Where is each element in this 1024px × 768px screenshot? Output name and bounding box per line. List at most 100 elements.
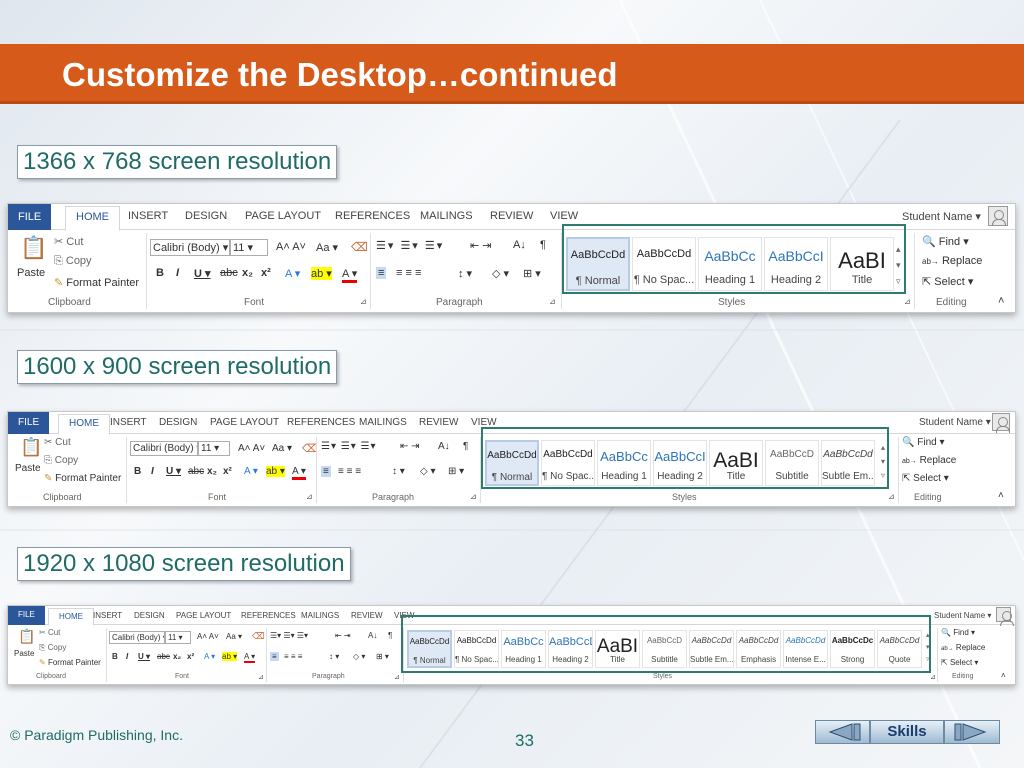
tab-home[interactable]: HOME: [48, 608, 94, 626]
cut-button[interactable]: ✂ Cut: [54, 235, 83, 248]
clear-format-icon[interactable]: ⌫: [252, 631, 265, 642]
dialog-launcher-icon[interactable]: ⊿: [258, 673, 264, 681]
superscript-button[interactable]: x²: [223, 466, 232, 477]
list-buttons[interactable]: ☰▾ ☰▾ ☰▾: [270, 631, 308, 640]
user-name[interactable]: Student Name ▾: [919, 417, 991, 428]
paste-button[interactable]: Paste: [14, 649, 34, 658]
borders-button[interactable]: ⊞ ▾: [523, 267, 541, 280]
grow-shrink-font-buttons[interactable]: A˄ A˅: [276, 241, 306, 253]
cut-button[interactable]: ✂ Cut: [44, 437, 71, 448]
indent-buttons[interactable]: ⇤ ⇥: [470, 239, 492, 252]
style-quote[interactable]: AaBbCcDd Quote: [877, 630, 922, 668]
indent-buttons[interactable]: ⇤ ⇥: [335, 631, 351, 640]
select-button[interactable]: ⇱ Select ▾: [902, 473, 949, 484]
tab-view[interactable]: VIEW: [471, 417, 497, 428]
sort-button[interactable]: A↓: [513, 239, 526, 251]
tab-references[interactable]: REFERENCES: [335, 210, 410, 222]
collapse-ribbon-button[interactable]: ˄: [1001, 671, 1006, 680]
select-button[interactable]: ⇱ Select ▾: [922, 275, 973, 288]
tab-mailings[interactable]: MAILINGS: [420, 210, 473, 222]
style-heading-1[interactable]: AaBbCc Heading 1: [597, 440, 651, 486]
underline-button[interactable]: U ▾: [138, 652, 150, 661]
cut-button[interactable]: ✂ Cut: [39, 628, 60, 637]
text-effects-button[interactable]: A ▾: [244, 466, 258, 477]
align-left-button[interactable]: ≡: [321, 466, 331, 477]
underline-button[interactable]: U ▾: [194, 267, 211, 280]
style-strong[interactable]: AaBbCcDc Strong: [830, 630, 875, 668]
style-intense-e[interactable]: AaBbCcDd Intense E...: [783, 630, 828, 668]
line-spacing-button[interactable]: ↕ ▾: [329, 652, 339, 661]
dialog-launcher-icon[interactable]: ⊿: [549, 297, 556, 306]
subscript-button[interactable]: x₂: [207, 466, 217, 477]
show-marks-button[interactable]: ¶: [463, 441, 468, 452]
tab-file[interactable]: FILE: [8, 606, 45, 625]
styles-scroll-buttons[interactable]: ▴ ▾ ▿: [926, 630, 930, 666]
tab-references[interactable]: REFERENCES: [287, 417, 355, 428]
replace-button[interactable]: ab→ Replace: [922, 255, 982, 267]
avatar[interactable]: [988, 206, 1008, 226]
highlight-button[interactable]: ab ▾: [311, 267, 332, 280]
style-subtitle[interactable]: AaBbCcD Subtitle: [642, 630, 687, 668]
dialog-launcher-icon[interactable]: ⊿: [470, 492, 477, 501]
tab-design[interactable]: DESIGN: [185, 210, 227, 222]
font-color-button[interactable]: A ▾: [244, 652, 256, 663]
tab-mailings[interactable]: MAILINGS: [359, 417, 407, 428]
grow-shrink-font-buttons[interactable]: A˄ A˅: [238, 443, 265, 454]
tab-review[interactable]: REVIEW: [419, 417, 458, 428]
tab-review[interactable]: REVIEW: [351, 611, 383, 620]
collapse-ribbon-button[interactable]: ˄: [998, 295, 1004, 307]
list-buttons[interactable]: ☰▾ ☰▾ ☰▾: [376, 239, 444, 252]
align-buttons[interactable]: ≡ ≡ ≡: [284, 652, 302, 661]
format-painter-button[interactable]: ✎ Format Painter: [44, 473, 121, 484]
tab-insert[interactable]: INSERT: [110, 417, 147, 428]
next-button[interactable]: [944, 720, 1000, 744]
subscript-button[interactable]: x₂: [242, 267, 253, 279]
paste-icon[interactable]: 📋: [18, 628, 35, 645]
tab-home[interactable]: HOME: [65, 206, 120, 231]
dialog-launcher-icon[interactable]: ⊿: [394, 673, 400, 681]
text-effects-button[interactable]: A ▾: [285, 267, 300, 280]
format-painter-button[interactable]: ✎ Format Painter: [54, 276, 139, 289]
shading-button[interactable]: ◇ ▾: [492, 267, 509, 280]
change-case-button[interactable]: Aa ▾: [272, 443, 292, 454]
find-button[interactable]: 🔍 Find ▾: [922, 235, 969, 248]
tab-page-layout[interactable]: PAGE LAYOUT: [210, 417, 279, 428]
style-title[interactable]: AaBI Title: [709, 440, 763, 486]
change-case-button[interactable]: Aa ▾: [316, 241, 338, 254]
style-normal[interactable]: AaBbCcDd ¶ Normal: [485, 440, 539, 486]
sort-button[interactable]: A↓: [438, 441, 450, 452]
tab-mailings[interactable]: MAILINGS: [301, 611, 339, 620]
style-subtle-em[interactable]: AaBbCcDd Subtle Em...: [689, 630, 734, 668]
dialog-launcher-icon[interactable]: ⊿: [306, 492, 313, 501]
shading-button[interactable]: ◇ ▾: [420, 466, 436, 477]
show-marks-button[interactable]: ¶: [540, 239, 546, 251]
strikethrough-button[interactable]: abc: [188, 466, 204, 477]
font-name-combo[interactable]: Calibri (Body) ▾: [150, 239, 230, 256]
find-button[interactable]: 🔍 Find ▾: [902, 437, 945, 448]
clear-format-icon[interactable]: ⌫: [351, 240, 368, 254]
highlight-button[interactable]: ab ▾: [266, 466, 285, 477]
subscript-button[interactable]: x₂: [173, 652, 181, 661]
italic-button[interactable]: I: [151, 466, 154, 477]
align-buttons[interactable]: ≡ ≡ ≡: [396, 267, 421, 279]
list-buttons[interactable]: ☰▾ ☰▾ ☰▾: [321, 441, 377, 452]
paste-button[interactable]: Paste: [17, 267, 45, 279]
bold-button[interactable]: B: [156, 267, 164, 279]
avatar[interactable]: [996, 607, 1014, 627]
format-painter-button[interactable]: ✎ Format Painter: [39, 658, 101, 667]
styles-scroll-buttons[interactable]: ▴ ▾ ▿: [896, 241, 901, 289]
italic-button[interactable]: I: [126, 652, 128, 661]
highlight-button[interactable]: ab ▾: [222, 652, 238, 661]
strikethrough-button[interactable]: abc: [220, 267, 238, 279]
align-left-button[interactable]: ≡: [376, 267, 387, 279]
line-spacing-button[interactable]: ↕ ▾: [458, 267, 472, 280]
dialog-launcher-icon[interactable]: ⊿: [930, 673, 936, 681]
tab-home[interactable]: HOME: [58, 414, 110, 435]
tab-page-layout[interactable]: PAGE LAYOUT: [176, 611, 231, 620]
skills-button[interactable]: Skills: [870, 720, 944, 744]
borders-button[interactable]: ⊞ ▾: [376, 652, 389, 661]
line-spacing-button[interactable]: ↕ ▾: [392, 466, 405, 477]
style-no-spac[interactable]: AaBbCcDd ¶ No Spac...: [632, 237, 696, 291]
style-normal[interactable]: AaBbCcDd ¶ Normal: [566, 237, 630, 291]
style-no-spac[interactable]: AaBbCcDd ¶ No Spac...: [541, 440, 595, 486]
